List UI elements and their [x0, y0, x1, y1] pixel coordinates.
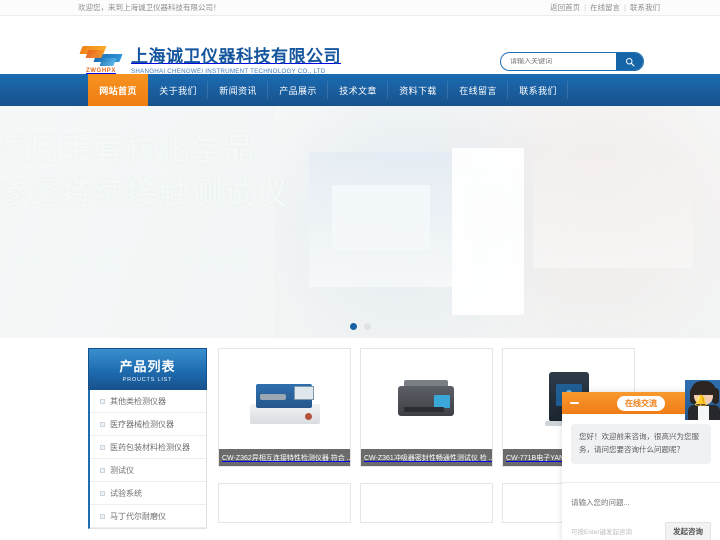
- bullet-square-icon: [100, 421, 105, 427]
- sidebar-item-label: 试验系统: [110, 488, 142, 498]
- chat-input-area[interactable]: [562, 481, 720, 514]
- banner-headline: 医用手套抗化学品 渗透持续接触测试仪: [0, 128, 289, 216]
- carousel-dot-2[interactable]: [363, 323, 371, 330]
- online-chat-widget: 在线交流 🔔 您好！欢迎前来咨询，很高兴为您服务，请问您要咨询什么问题呢？ 可按…: [562, 380, 720, 540]
- instrument-illustration-icon: [397, 378, 456, 420]
- carousel-dot-1[interactable]: [349, 323, 357, 330]
- sidebar-item-pharma-packaging[interactable]: 医药包装材料检测仪器: [90, 436, 206, 459]
- chat-body: 您好！欢迎前来咨询，很高兴为您服务，请问您要咨询什么问题呢？: [562, 414, 720, 470]
- instrument-illustration-icon: [248, 374, 322, 424]
- top-links: 返回首页 | 在线留言 | 联系我们: [550, 2, 660, 13]
- nav-item-home[interactable]: 网站首页: [88, 74, 148, 106]
- page-root: 欢迎您，来到上海诚卫仪器科技有限公司！ 返回首页 | 在线留言 | 联系我们 Z…: [0, 0, 720, 540]
- welcome-text: 欢迎您，来到上海诚卫仪器科技有限公司！: [78, 3, 221, 12]
- top-link-contact[interactable]: 联系我们: [630, 2, 660, 13]
- search-box[interactable]: [500, 52, 644, 71]
- sidebar-item-test-systems[interactable]: 试验系统: [90, 482, 206, 505]
- bullet-square-icon: [100, 490, 105, 496]
- sidebar-item-label: 医药包装材料检测仪器: [110, 442, 190, 452]
- nav-item-products[interactable]: 产品展示: [268, 74, 328, 106]
- product-category-sidebar: 产品列表 PROUCTS LIST 其他类检测仪器 医疗器械检测仪器 医药包装材…: [88, 348, 207, 529]
- nav-item-message[interactable]: 在线留言: [448, 74, 508, 106]
- bullet-square-icon: [100, 467, 105, 473]
- logo-text-block: 上海诚卫仪器科技有限公司 SHANGHAI CHENGWEI INSTRUMEN…: [131, 47, 341, 76]
- chat-greeting-message: 您好！欢迎前来咨询，很高兴为您服务，请问您要咨询什么问题呢？: [571, 424, 711, 464]
- sidebar-title-cn: 产品列表: [119, 358, 176, 374]
- nav-item-news[interactable]: 新闻资讯: [208, 74, 268, 106]
- nav-item-about[interactable]: 关于我们: [148, 74, 208, 106]
- carousel-dots: [0, 323, 720, 330]
- start-consult-button[interactable]: 发起咨询: [665, 521, 711, 540]
- company-name-cn: 上海诚卫仪器科技有限公司: [131, 46, 341, 66]
- banner-headline-line2: 渗透持续接触测试仪: [0, 176, 289, 212]
- sidebar-item-other-instruments[interactable]: 其他类检测仪器: [90, 390, 206, 413]
- nav-item-articles[interactable]: 技术文章: [328, 74, 388, 106]
- product-card-2[interactable]: CW-Z361冲吸器密封性畅通性测试仪 检 ...: [360, 348, 493, 467]
- chat-header: 在线交流 🔔: [562, 380, 720, 420]
- nav-left-spacer: [0, 74, 88, 106]
- top-utility-bar: 欢迎您，来到上海诚卫仪器科技有限公司！ 返回首页 | 在线留言 | 联系我们: [0, 0, 720, 16]
- search-input[interactable]: [501, 58, 616, 65]
- product-image-5: [361, 483, 492, 522]
- site-header: ZWGHPX 上海诚卫仪器科技有限公司 SHANGHAI CHENGWEI IN…: [0, 16, 720, 75]
- search-icon: [625, 57, 635, 67]
- bullet-square-icon: [100, 444, 105, 450]
- logo-mark-icon: ZWGHPX: [78, 44, 124, 78]
- product-image-2: [361, 349, 492, 449]
- product-card-5[interactable]: [360, 482, 493, 523]
- product-card-1[interactable]: CW-Z362异相互连接特性检测仪器 符合 ...: [218, 348, 351, 467]
- bullet-square-icon: [100, 398, 105, 404]
- sidebar-item-medical-device[interactable]: 医疗器械检测仪器: [90, 413, 206, 436]
- site-logo[interactable]: ZWGHPX 上海诚卫仪器科技有限公司 SHANGHAI CHENGWEI IN…: [78, 44, 341, 78]
- top-link-separator-2: |: [624, 3, 626, 12]
- top-link-message[interactable]: 在线留言: [590, 2, 620, 13]
- sidebar-item-testers[interactable]: 测试仪: [90, 459, 206, 482]
- chat-input[interactable]: [571, 497, 711, 507]
- nav-item-downloads[interactable]: 资料下载: [388, 74, 448, 106]
- banner-product-photo: [273, 106, 720, 338]
- hero-banner: 医用手套抗化学品 渗透持续接触测试仪 创新科技 精工匠造 创新求实: [0, 106, 720, 338]
- product-image-4: [219, 483, 350, 522]
- banner-headline-line1: 医用手套抗化学品: [0, 132, 256, 167]
- chat-footer: 可按Enter键发起咨询 发起咨询: [562, 514, 720, 540]
- sidebar-item-label: 马丁代尔耐磨仪: [110, 511, 166, 521]
- sidebar-item-label: 医疗器械检测仪器: [110, 419, 174, 429]
- main-navigation: 网站首页 关于我们 新闻资讯 产品展示 技术文章 资料下载 在线留言 联系我们: [0, 74, 720, 106]
- top-link-separator-1: |: [584, 3, 587, 12]
- product-card-4[interactable]: [218, 482, 351, 523]
- product-caption-2: CW-Z361冲吸器密封性畅通性测试仪 检 ...: [361, 449, 492, 466]
- sidebar-item-label: 测试仪: [110, 465, 134, 475]
- sidebar-title-en: PROUCTS LIST: [122, 376, 173, 383]
- minimize-icon[interactable]: [570, 402, 579, 404]
- sidebar-category-list: 其他类检测仪器 医疗器械检测仪器 医药包装材料检测仪器 测试仪 试验系统 马丁代…: [88, 390, 207, 529]
- sidebar-header: 产品列表 PROUCTS LIST: [88, 348, 207, 390]
- top-link-home[interactable]: 返回首页: [550, 2, 580, 13]
- bell-icon[interactable]: 🔔: [694, 394, 708, 407]
- search-button[interactable]: [616, 53, 643, 70]
- product-image-1: [219, 349, 350, 449]
- sidebar-item-label: 其他类检测仪器: [110, 396, 166, 406]
- product-caption-1: CW-Z362异相互连接特性检测仪器 符合 ...: [219, 449, 350, 466]
- chat-enter-hint: 可按Enter键发起咨询: [571, 529, 633, 536]
- chat-title: 在线交流: [617, 395, 665, 411]
- nav-item-contact[interactable]: 联系我们: [508, 74, 568, 106]
- logo-z-glyph: [79, 44, 123, 66]
- bullet-square-icon: [100, 513, 105, 519]
- banner-subtitle: 创新科技 精工匠造 创新求实: [14, 253, 252, 270]
- sidebar-item-martindale-abrasion[interactable]: 马丁代尔耐磨仪: [90, 505, 206, 528]
